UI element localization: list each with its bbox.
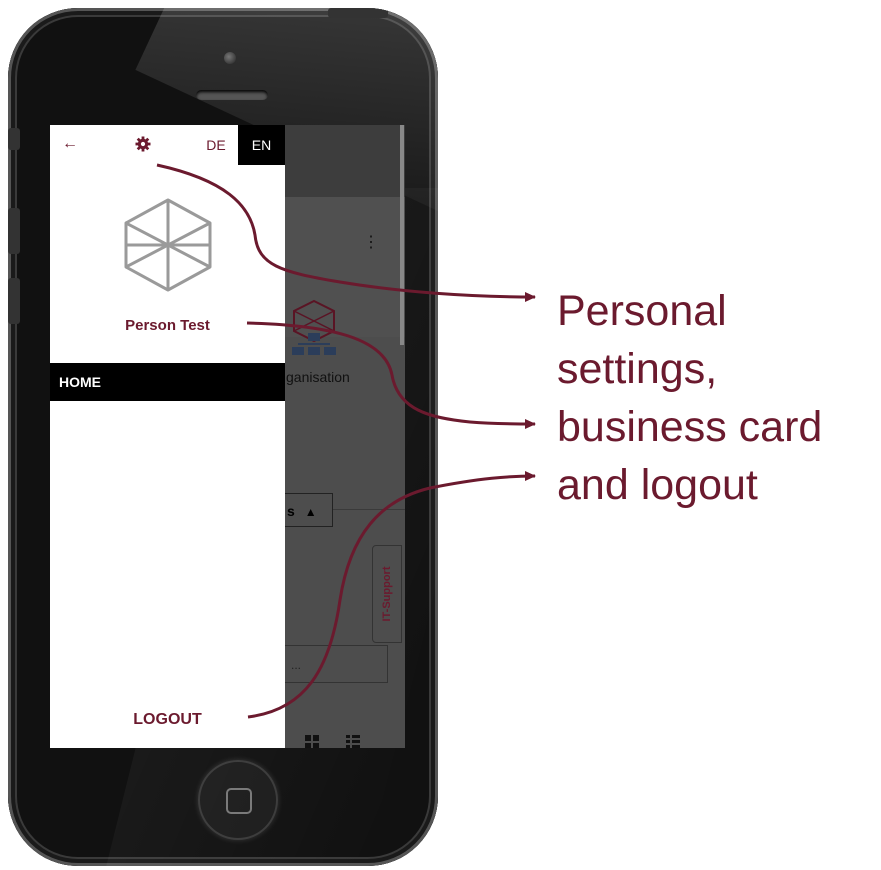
profile-name-link[interactable]: Person Test	[50, 317, 285, 334]
navigation-drawer: ← DE EN Person Test HOME LOGOUT	[50, 125, 285, 748]
it-support-tab[interactable]: IT-Support	[372, 545, 402, 643]
drawer-toolbar: ← DE EN	[50, 125, 285, 165]
phone-screen: ⋮ ganisation s ▲ IT-Support ... ← DE EN …	[50, 125, 405, 748]
volume-up-button	[8, 208, 20, 254]
it-support-label: IT-Support	[381, 566, 393, 622]
callout-line: and logout	[557, 461, 758, 509]
callout-line: business card	[557, 403, 823, 451]
grid-view-icon[interactable]	[305, 735, 319, 748]
power-button	[328, 8, 388, 18]
language-en-button[interactable]: EN	[238, 125, 285, 165]
volume-down-button	[8, 278, 20, 324]
list-view-icon[interactable]	[346, 735, 360, 748]
language-de-button[interactable]: DE	[194, 125, 238, 165]
divider	[333, 509, 405, 510]
earpiece-speaker	[196, 90, 268, 100]
collapse-label: s	[287, 503, 295, 519]
logout-button[interactable]: LOGOUT	[50, 711, 287, 729]
org-tile-label: ganisation	[286, 369, 350, 385]
scrollbar[interactable]	[400, 125, 404, 345]
nav-item-home[interactable]: HOME	[50, 363, 285, 401]
back-arrow-icon[interactable]: ←	[62, 135, 78, 153]
mute-switch	[8, 128, 20, 150]
callout-line: Personal	[557, 287, 727, 335]
org-chart-icon[interactable]	[286, 297, 342, 357]
callout-text: Personal settings, business card and log…	[557, 282, 877, 514]
chevron-up-icon: ▲	[304, 505, 317, 519]
cube-avatar-icon[interactable]	[122, 197, 214, 293]
callout-line: settings,	[557, 345, 718, 393]
home-button-icon[interactable]	[198, 760, 278, 840]
search-input[interactable]: ...	[284, 645, 388, 683]
collapse-section-button[interactable]: s ▲	[278, 493, 333, 527]
gear-icon[interactable]	[134, 135, 152, 153]
kebab-menu-icon[interactable]: ⋮	[363, 233, 379, 253]
front-camera	[224, 52, 236, 64]
